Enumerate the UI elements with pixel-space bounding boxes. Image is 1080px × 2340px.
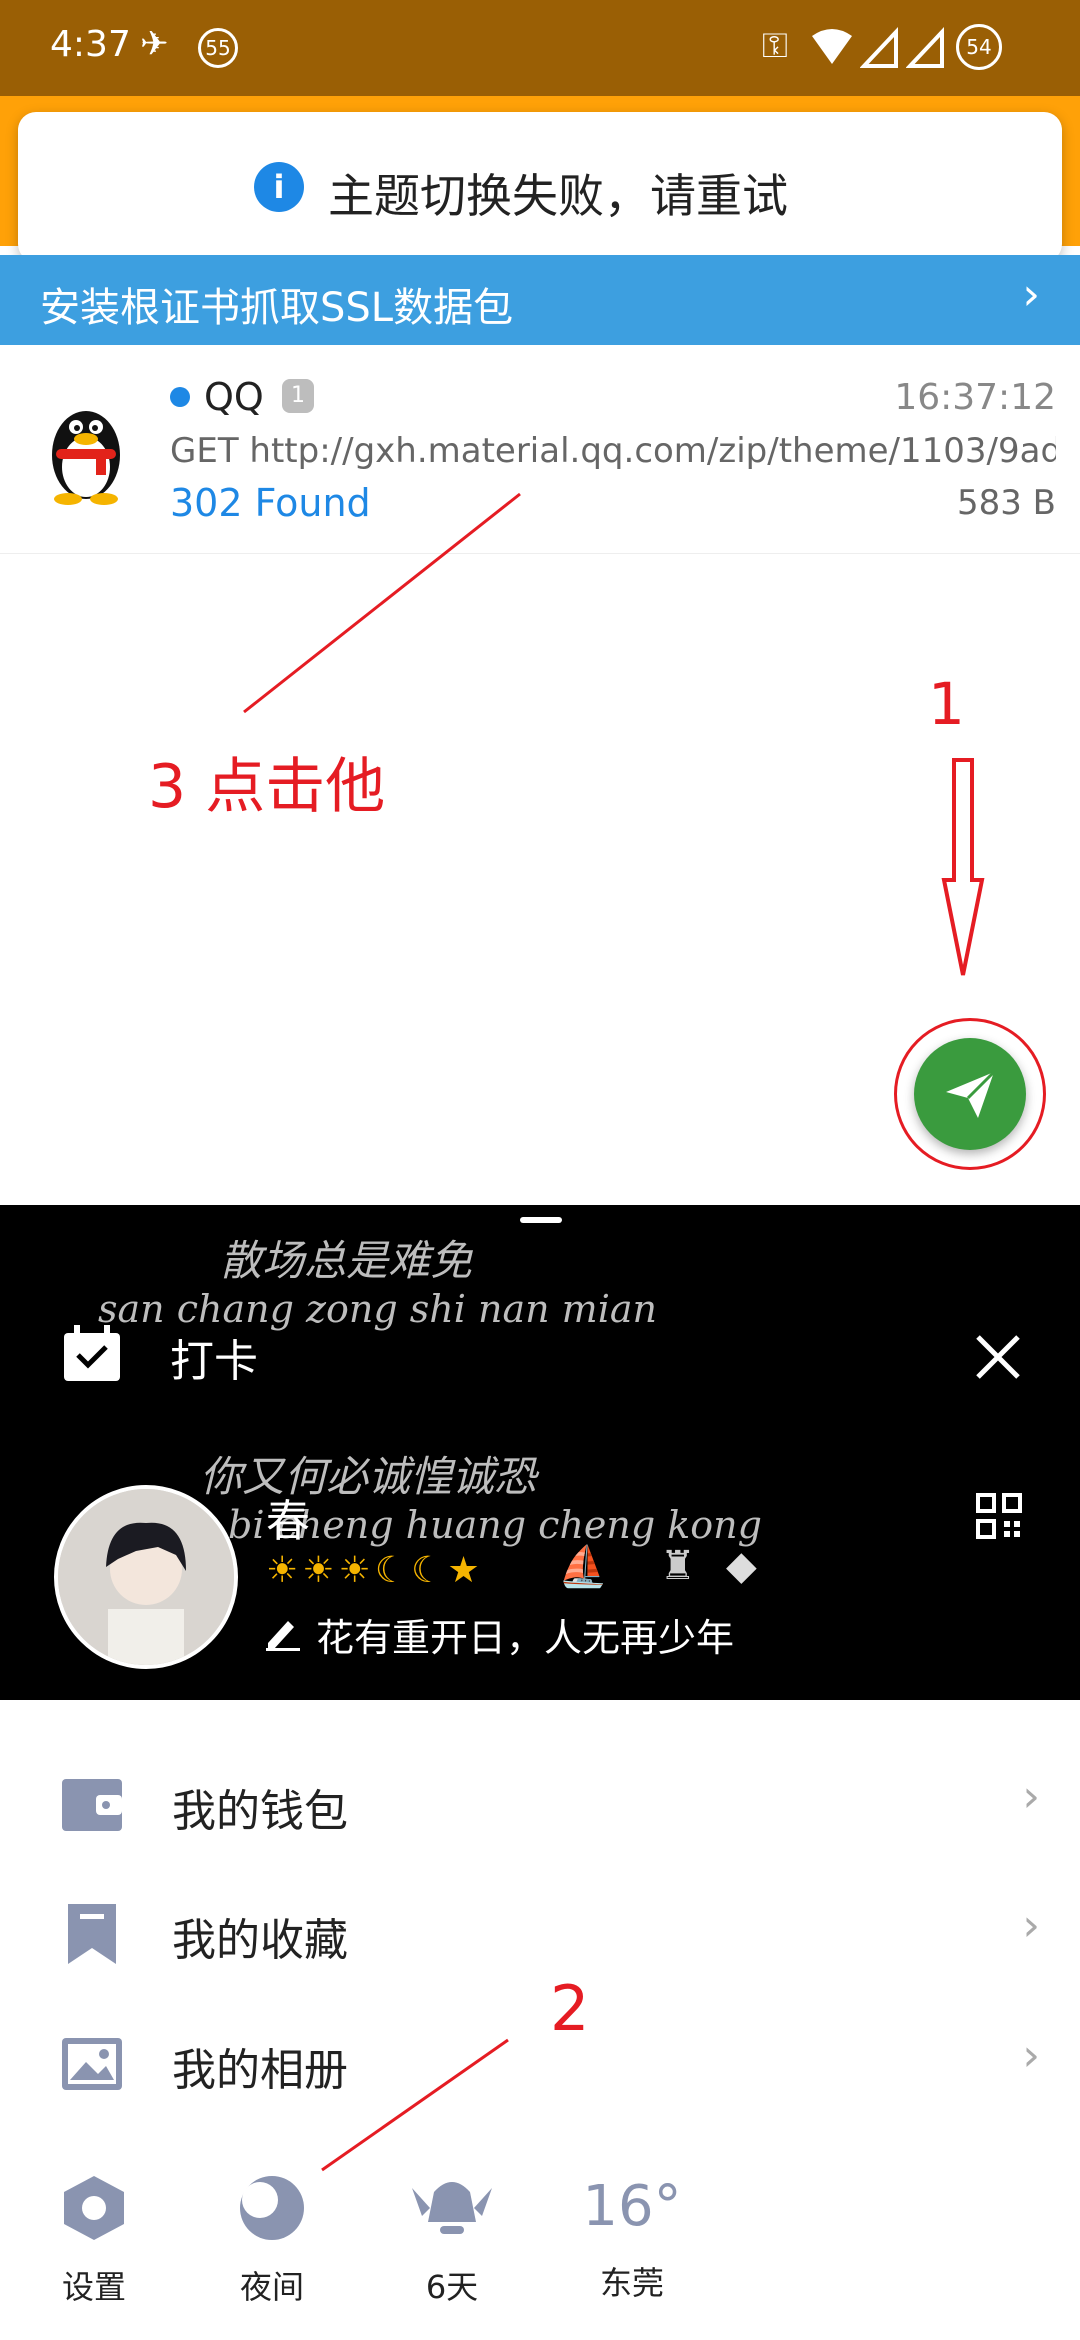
bottom-weather[interactable]: 16° 东莞: [562, 2172, 702, 2304]
menu-label-album: 我的相册: [172, 2045, 348, 2096]
menu-item-favorites[interactable]: 我的收藏 ›: [0, 1874, 1080, 1994]
bottom-city-label: 东莞: [599, 2264, 664, 2302]
lyric-line: 你又何必诚惶诚恐: [200, 1452, 537, 1501]
bottom-days-label: 6天: [425, 2268, 479, 2306]
bell-wings-icon: [412, 2182, 492, 2234]
qr-code-icon[interactable]: [976, 1493, 1022, 1539]
chevron-right-icon: ›: [1022, 2030, 1040, 2081]
checkin-label[interactable]: 打卡: [170, 1325, 258, 1389]
moon-icon: [240, 2176, 304, 2240]
annotation-number-1: 1: [928, 670, 965, 738]
profile-drawer-header: 散场总是难免 san chang zong shi nan mian 你又何必诚…: [0, 1205, 1080, 1700]
send-fab-button[interactable]: [914, 1038, 1026, 1150]
edit-pencil-icon[interactable]: [264, 1615, 302, 1651]
bottom-settings[interactable]: 设置: [24, 2172, 164, 2308]
bottom-settings-label: 设置: [61, 2268, 126, 2306]
vip-badge-icon[interactable]: ⛵: [558, 1543, 608, 1590]
user-nickname: 春: [266, 1496, 310, 1547]
avatar[interactable]: [54, 1485, 238, 1669]
avatar-image: [58, 1489, 234, 1665]
settings-hexagon-icon: [64, 2176, 124, 2240]
menu-label-favorites: 我的收藏: [172, 1915, 348, 1966]
menu-label-wallet: 我的钱包: [172, 1786, 348, 1837]
personal-signature[interactable]: 花有重开日，人无再少年: [316, 1607, 734, 1662]
calendar-check-icon[interactable]: [62, 1325, 122, 1383]
menu-item-album[interactable]: 我的相册 ›: [0, 2004, 1080, 2124]
bottom-night-label: 夜间: [239, 2268, 304, 2306]
chevron-right-icon: ›: [1022, 1900, 1040, 1951]
menu-item-wallet[interactable]: 我的钱包 ›: [0, 1745, 1080, 1865]
bottom-checkin-days[interactable]: 6天: [382, 2172, 522, 2308]
robot-badge-icon[interactable]: ♜: [660, 1543, 696, 1589]
drawer-handle[interactable]: [520, 1217, 562, 1223]
temperature-display: 16°: [582, 2174, 682, 2239]
annotation-step-3: 3 点击他: [148, 752, 386, 822]
paper-plane-icon: [946, 1070, 996, 1118]
diamond-badge-icon[interactable]: ◆: [726, 1543, 757, 1589]
bookmark-icon: [68, 1904, 116, 1964]
wallet-icon: [62, 1779, 122, 1831]
qq-level-icons[interactable]: ☀☀☀☾☾★: [266, 1550, 484, 1591]
bottom-night-mode[interactable]: 夜间: [202, 2172, 342, 2308]
lyric-line: 散场总是难免: [220, 1236, 473, 1285]
close-icon[interactable]: [974, 1333, 1022, 1381]
photo-album-icon: [62, 2038, 122, 2090]
chevron-right-icon: ›: [1022, 1771, 1040, 1822]
